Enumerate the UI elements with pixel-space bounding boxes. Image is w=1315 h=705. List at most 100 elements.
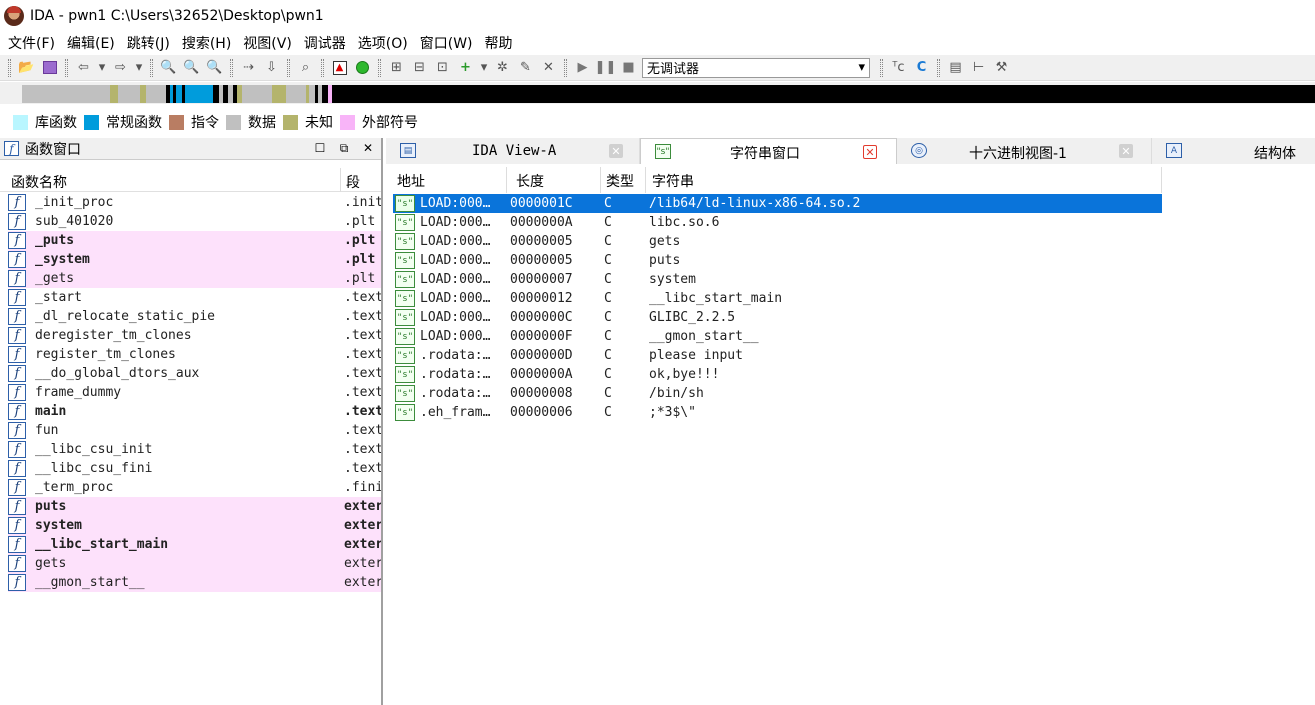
tools-icon[interactable]: ⚒ xyxy=(991,58,1012,78)
graph-icon[interactable]: ▤ xyxy=(945,58,966,78)
string-row[interactable]: "s" LOAD:000… 0000000A Clibc.so.6 xyxy=(393,213,1162,232)
edit-icon[interactable]: ✎ xyxy=(515,58,536,78)
make-data-icon[interactable]: ⊟ xyxy=(409,58,430,78)
add-icon[interactable]: + xyxy=(455,58,476,78)
function-row[interactable]: f _dl_relocate_static_pie .text xyxy=(8,307,381,326)
function-row[interactable]: f frame_dummy .text xyxy=(8,383,381,402)
function-row[interactable]: f sub_401020 .plt xyxy=(8,212,381,231)
search-text-icon[interactable]: 🔍 xyxy=(158,58,179,78)
patch-icon[interactable]: ✲ xyxy=(492,58,513,78)
toolbar-grip[interactable] xyxy=(230,58,233,77)
function-row[interactable]: f __do_global_dtors_aux .text xyxy=(8,364,381,383)
function-row[interactable]: f fun .text xyxy=(8,421,381,440)
navigation-band-strip[interactable] xyxy=(18,85,1315,103)
function-row[interactable]: f _gets .plt xyxy=(8,269,381,288)
toolbar-grip[interactable] xyxy=(564,58,567,77)
save-icon[interactable] xyxy=(39,58,60,78)
forward-dropdown-icon[interactable]: ▾ xyxy=(133,58,145,78)
add-dropdown-icon[interactable]: ▾ xyxy=(478,58,490,78)
xrefs-icon[interactable]: ⊢ xyxy=(968,58,989,78)
search-binary-icon[interactable]: 🔍 xyxy=(181,58,202,78)
menu-debugger[interactable]: 调试器 xyxy=(299,33,351,53)
close-icon[interactable]: ✕ xyxy=(609,144,623,158)
function-row[interactable]: f _term_proc .fini xyxy=(8,478,381,497)
function-row[interactable]: f __libc_start_main extern xyxy=(8,535,381,554)
function-row[interactable]: f __libc_csu_init .text xyxy=(8,440,381,459)
string-row[interactable]: "s" LOAD:000… 00000007 Csystem xyxy=(393,270,1162,289)
tab-ida-view-a[interactable]: ▤ IDA View-A ✕ xyxy=(386,138,640,164)
float-icon[interactable]: ⧉ xyxy=(337,141,351,156)
string-row[interactable]: "s" LOAD:000… 0000000C C GLIBC_2.2.5 xyxy=(393,308,1162,327)
column-type[interactable]: 类型 xyxy=(601,167,646,193)
string-row[interactable]: "s" .eh_fram… 00000006 C ;*3$\" xyxy=(393,403,1162,422)
function-row[interactable]: fsystem extern xyxy=(8,516,381,535)
close-icon[interactable]: ✕ xyxy=(361,141,375,155)
function-row[interactable]: f _init_proc .init xyxy=(8,193,381,212)
column-divider[interactable] xyxy=(340,168,341,192)
debugger-select[interactable]: 无调试器 ▾ xyxy=(642,57,870,78)
toolbar-grip[interactable] xyxy=(287,58,290,77)
toolbar-grip[interactable] xyxy=(65,58,68,77)
open-icon[interactable]: 📂 xyxy=(16,58,37,78)
make-code-icon[interactable]: ⊞ xyxy=(386,58,407,78)
column-segment[interactable]: 段 xyxy=(346,172,360,192)
close-icon[interactable]: ✕ xyxy=(863,145,877,159)
tc-icon[interactable]: ᵀc xyxy=(888,58,909,78)
analysis-icon[interactable]: ⌕ xyxy=(295,58,316,78)
menu-help[interactable]: 帮助 xyxy=(480,33,518,53)
column-length[interactable]: 长度 xyxy=(507,167,601,193)
search-next-icon[interactable]: ⇢ xyxy=(238,58,259,78)
menu-windows[interactable]: 窗口(W) xyxy=(415,33,478,53)
string-row[interactable]: "s" LOAD:000… 0000001C C/lib64/ld-linux-x86… xyxy=(393,194,1162,213)
menu-search[interactable]: 搜索(H) xyxy=(177,33,236,53)
function-row[interactable]: f __gmon_start__ extern xyxy=(8,573,381,592)
menu-edit[interactable]: 编辑(E) xyxy=(62,33,120,53)
string-row[interactable]: "s" .rodata:… 0000000A Cok,bye!!! xyxy=(393,365,1162,384)
function-row[interactable]: f _system .plt xyxy=(8,250,381,269)
jump-down-icon[interactable]: ⇩ xyxy=(261,58,282,78)
decompile-icon[interactable]: C xyxy=(911,58,932,78)
toolbar-grip[interactable] xyxy=(8,58,11,77)
toolbar-grip[interactable] xyxy=(880,58,883,77)
string-row[interactable]: "s" LOAD:000… 00000005 Cgets xyxy=(393,232,1162,251)
menu-options[interactable]: 选项(O) xyxy=(353,33,413,53)
start-debug-icon[interactable]: ▶ xyxy=(572,58,593,78)
tab-structures[interactable]: A 结构体 xyxy=(1152,138,1314,164)
function-row[interactable]: f deregister_tm_clones .text xyxy=(8,326,381,345)
undefine-icon[interactable]: ✕ xyxy=(538,58,559,78)
search-immediate-icon[interactable]: 🔍 xyxy=(204,58,225,78)
string-row[interactable]: "s" LOAD:000… 00000005 Cputs xyxy=(393,251,1162,270)
column-address[interactable]: 地址 xyxy=(388,167,507,193)
toolbar-grip[interactable] xyxy=(150,58,153,77)
column-string[interactable]: 字符串 xyxy=(646,167,1162,193)
forward-icon[interactable]: ⇨ xyxy=(110,58,131,78)
restore-icon[interactable]: ☐ xyxy=(313,141,327,155)
menu-view[interactable]: 视图(V) xyxy=(238,33,297,53)
function-row[interactable]: f register_tm_clones .text xyxy=(8,345,381,364)
close-icon[interactable]: ✕ xyxy=(1119,144,1133,158)
menu-jump[interactable]: 跳转(J) xyxy=(122,33,175,53)
pause-debug-icon[interactable]: ❚❚ xyxy=(595,58,617,78)
make-string-icon[interactable]: ⊡ xyxy=(432,58,453,78)
function-row[interactable]: f main .text xyxy=(8,402,381,421)
navigation-band[interactable] xyxy=(0,82,1315,104)
back-icon[interactable]: ⇦ xyxy=(73,58,94,78)
stop-debug-icon[interactable]: ■ xyxy=(618,58,639,78)
toolbar-grip[interactable] xyxy=(937,58,940,77)
function-row[interactable]: f _start .text xyxy=(8,288,381,307)
string-row[interactable]: "s" LOAD:000… 00000012 C __libc_start_main xyxy=(393,289,1162,308)
tab-strings[interactable]: "s" 字符串窗口 ✕ xyxy=(640,138,897,164)
toolbar-grip[interactable] xyxy=(378,58,381,77)
tab-hex-view[interactable]: ◎ 十六进制视图-1 ✕ xyxy=(897,138,1152,164)
menu-file[interactable]: 文件(F) xyxy=(3,33,60,53)
column-function-name[interactable]: 函数名称 xyxy=(11,172,67,192)
function-row[interactable]: f _puts .plt xyxy=(8,231,381,250)
string-row[interactable]: "s" .rodata:… 00000008 C/bin/sh xyxy=(393,384,1162,403)
function-row[interactable]: fputs extern xyxy=(8,497,381,516)
toolbar-grip[interactable] xyxy=(321,58,324,77)
function-row[interactable]: fgets extern xyxy=(8,554,381,573)
back-dropdown-icon[interactable]: ▾ xyxy=(96,58,108,78)
function-row[interactable]: f __libc_csu_fini .text xyxy=(8,459,381,478)
string-row[interactable]: "s" LOAD:000… 0000000F C __gmon_start__ xyxy=(393,327,1162,346)
string-row[interactable]: "s" .rodata:… 0000000D Cplease input xyxy=(393,346,1162,365)
